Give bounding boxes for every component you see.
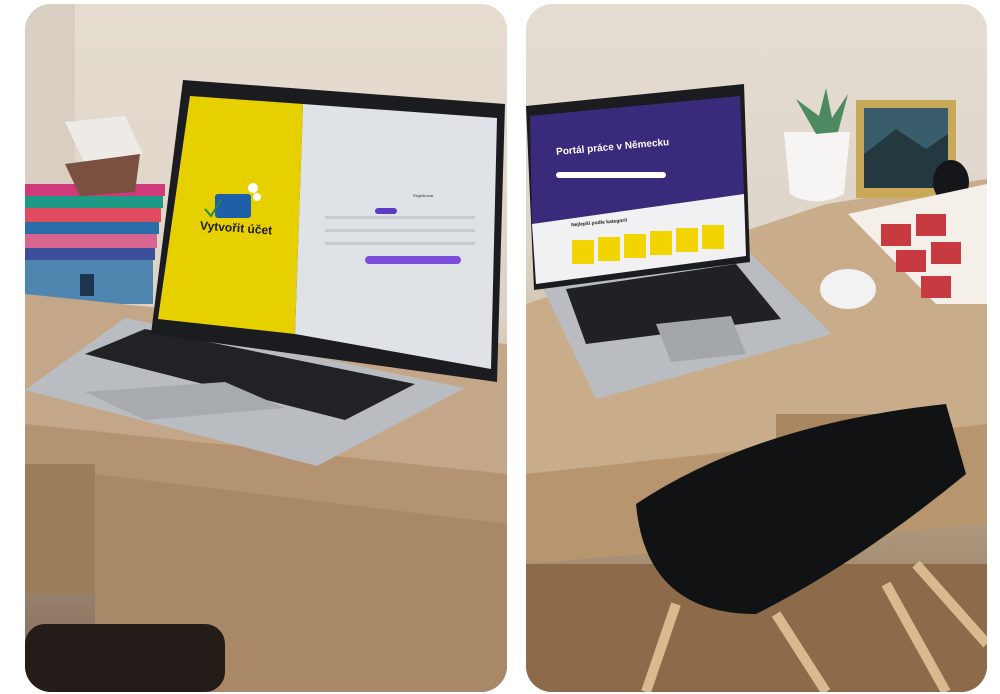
search-bar <box>556 172 666 178</box>
chair-back <box>25 624 225 692</box>
succulent-pot <box>784 88 850 202</box>
trackpad <box>656 316 746 362</box>
form-heading: Registrovat <box>413 193 434 198</box>
desk-side <box>25 464 95 594</box>
photo-frame <box>856 100 969 204</box>
lamp <box>65 116 143 196</box>
left-photo: Vytvořit účet Registrovat <box>25 4 507 692</box>
right-scene <box>526 84 987 692</box>
screen-form-half <box>295 104 497 369</box>
right-photo: Portál práce v Německu Nejlepší podle ka… <box>526 4 987 692</box>
left-scene <box>25 4 507 692</box>
book-stack <box>25 184 165 304</box>
mouse <box>820 269 876 309</box>
